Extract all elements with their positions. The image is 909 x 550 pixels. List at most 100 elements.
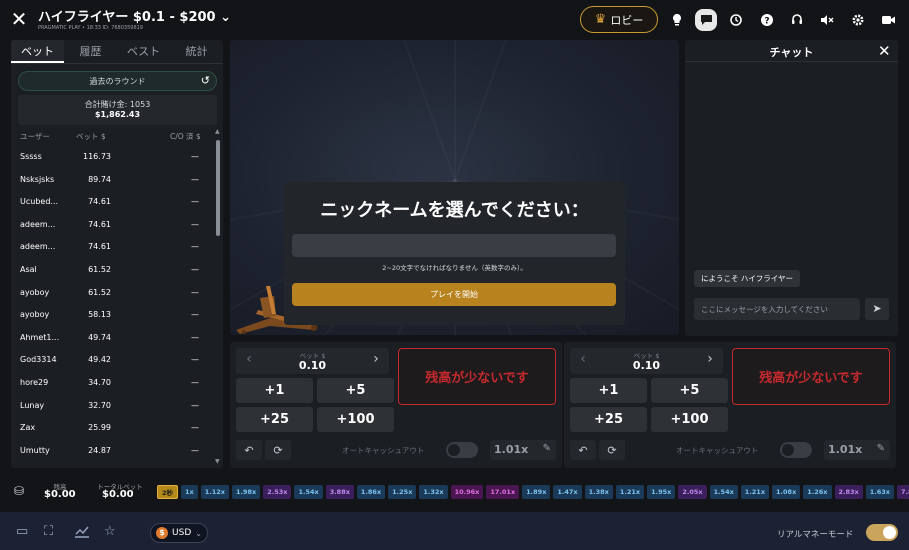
quick-add-1-button[interactable]: +1 — [570, 378, 647, 403]
undo-icon[interactable]: ↶ — [570, 440, 596, 460]
bet-row-amount: 61.52 — [88, 264, 111, 274]
insufficient-balance-button[interactable]: 残高が少ないです — [398, 348, 556, 405]
multiplier-chip: 10.96x — [450, 485, 484, 499]
tab-bets[interactable]: ベット — [11, 40, 64, 63]
bet-row: God3314 49.42 — — [11, 350, 216, 373]
multiplier-chip: 17.01x — [486, 485, 520, 499]
quick-add-5-button[interactable]: +5 — [651, 378, 728, 403]
tab-best[interactable]: ベスト — [117, 40, 170, 63]
auto-repeat-icon[interactable]: ⟳ — [265, 440, 291, 460]
send-icon[interactable]: ➤ — [865, 298, 889, 320]
lightbulb-icon[interactable] — [666, 9, 688, 31]
svg-text:?: ? — [764, 17, 769, 27]
quick-add-25-button[interactable]: +25 — [570, 407, 647, 432]
auto-cashout-toggle[interactable] — [446, 442, 478, 458]
pencil-icon[interactable]: ✎ — [877, 443, 885, 454]
chat-welcome-message: にようこそ ハイフライヤー — [694, 270, 801, 287]
multiplier-chip: 2.05x — [678, 485, 707, 499]
column-user: ユーザー — [20, 132, 50, 141]
multiplier-chip: 1.21x — [615, 485, 645, 499]
multiplier-chip: 7.83x — [896, 485, 909, 499]
multiplier-chip: 2秒 — [157, 485, 179, 499]
game-title[interactable]: ハイフライヤー $0.1 - $200 ⌄ — [38, 6, 231, 25]
bet-row: Ucubed... 74.61 — — [11, 192, 216, 215]
undo-icon[interactable]: ↶ — [236, 440, 262, 460]
chevron-right-icon[interactable]: › — [700, 351, 720, 367]
bet-row-cashout: — — [191, 287, 199, 297]
multiplier-chip: 1.08x — [772, 485, 801, 499]
nickname-modal: ニックネームを選んでください： 2~20文字でなければなりません（英数字のみ）。… — [284, 182, 625, 325]
bet-row-cashout: — — [191, 332, 199, 342]
bet-row-cashout: — — [191, 174, 199, 184]
scroll-down-icon[interactable]: ▼ — [215, 458, 220, 465]
bet-row: adeem... 74.61 — — [11, 237, 216, 260]
fullscreen-icon[interactable]: ⛶ — [44, 524, 53, 539]
auto-cashout-toggle[interactable] — [780, 442, 812, 458]
bet-row: Umutty 24.87 — — [11, 441, 216, 464]
previous-round-button[interactable]: 過去のラウンド ↺ — [18, 71, 217, 91]
lobby-label: ロビー — [610, 13, 644, 27]
bet-row-cashout: — — [191, 219, 199, 229]
total-amount: $1,862.43 — [94, 110, 141, 119]
bet-row: Sssss 116.73 — — [11, 147, 216, 170]
quick-add-100-button[interactable]: +100 — [651, 407, 728, 432]
bet-row-cashout: — — [191, 377, 199, 387]
bets-column-headers: ユーザー ベット $ C/O 済 $ — [20, 131, 210, 143]
chat-message-input[interactable] — [694, 298, 860, 320]
bet-row-user: Asal — [20, 264, 37, 274]
bet-row-cashout: — — [191, 264, 199, 274]
quick-add-5-button[interactable]: +5 — [317, 378, 394, 403]
multiplier-chip: 3.88x — [325, 485, 354, 499]
help-icon[interactable]: ? — [756, 9, 778, 31]
chevron-right-icon[interactable]: › — [366, 351, 386, 367]
close-icon[interactable]: ✕ — [8, 8, 30, 30]
tab-history[interactable]: 履歴 — [64, 40, 117, 63]
multiplier-chip: 1.47x — [553, 485, 582, 499]
real-money-toggle[interactable] — [866, 524, 898, 541]
multiplier-chip: 1.32x — [419, 485, 448, 499]
scroll-up-icon[interactable]: ▲ — [215, 128, 220, 135]
crown-icon: ♛ — [594, 12, 607, 27]
stake-control: ‹ ベット $ 0.10 › — [236, 348, 389, 374]
auto-cashout-label: オートキャッシュアウト — [342, 446, 425, 455]
bet-row-amount: 32.70 — [88, 400, 111, 410]
bet-row-user: adeem... — [20, 219, 56, 229]
auto-cashout-multiplier[interactable]: 1.01x ✎ — [490, 440, 556, 460]
history-icon[interactable] — [725, 9, 747, 31]
support-icon[interactable] — [786, 9, 808, 31]
multiplier-chip: 1.21x — [740, 485, 770, 499]
quick-add-25-button[interactable]: +25 — [236, 407, 313, 432]
video-icon[interactable] — [877, 9, 899, 31]
bet-row-amount: 116.73 — [83, 152, 111, 161]
multiplier-chip: 1.26x — [803, 485, 832, 499]
auto-cashout-multiplier[interactable]: 1.01x ✎ — [824, 440, 890, 460]
pencil-icon[interactable]: ✎ — [543, 443, 551, 454]
mute-icon[interactable] — [816, 9, 838, 31]
settings-icon[interactable] — [847, 9, 869, 31]
bet-row: Zax 25.99 — — [11, 418, 216, 441]
tab-stats[interactable]: 統計 — [170, 40, 223, 63]
chart-icon[interactable] — [74, 524, 90, 542]
multiplier-chip: 1.95x — [647, 485, 676, 499]
auto-repeat-icon[interactable]: ⟳ — [599, 440, 625, 460]
insufficient-balance-button[interactable]: 残高が少ないです — [732, 348, 890, 405]
previous-round-label: 過去のラウンド — [89, 76, 146, 86]
bet-row: ayoboy 61.52 — — [11, 283, 216, 306]
scrollbar-thumb[interactable] — [216, 140, 220, 236]
bet-row-cashout: — — [191, 152, 199, 161]
quick-add-100-button[interactable]: +100 — [317, 407, 394, 432]
chat-icon[interactable] — [695, 9, 717, 31]
multiplier-chip: 1.54x — [294, 485, 323, 499]
nickname-input[interactable] — [292, 234, 616, 257]
minimize-icon[interactable]: ▭ — [16, 524, 28, 539]
bet-row-cashout: — — [191, 355, 199, 365]
bet-row-amount: 49.42 — [88, 355, 111, 365]
multiplier-chip: 1.54x — [709, 485, 738, 499]
currency-selector[interactable]: $ USD ⌄ — [150, 523, 208, 543]
start-play-button[interactable]: プレイを開始 — [292, 283, 616, 306]
star-icon[interactable]: ☆ — [104, 524, 116, 539]
bet-row-user: God3314 — [20, 355, 57, 365]
close-icon[interactable]: ✕ — [878, 42, 891, 60]
quick-add-1-button[interactable]: +1 — [236, 378, 313, 403]
lobby-button[interactable]: ♛ ロビー — [580, 6, 658, 33]
